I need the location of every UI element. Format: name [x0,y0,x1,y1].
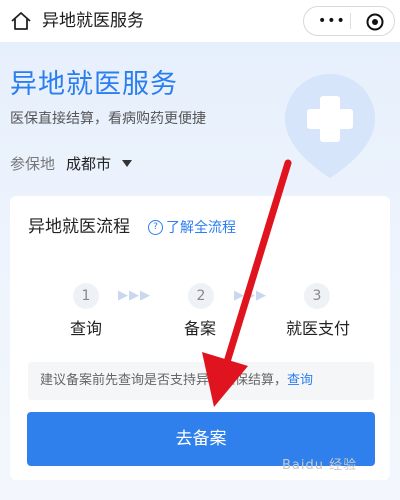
help-circle-icon: ? [148,219,163,235]
process-card-title: 异地就医流程 [28,217,130,237]
learn-link-label: 了解全流程 [166,220,236,236]
notice-text-container: 建议备案前先查询是否支持异地医保结算，查询 [40,372,313,390]
insured-location-selector[interactable]: 成都市 [66,154,111,174]
home-icon[interactable] [10,11,32,31]
filing-notice: 建议备案前先查询是否支持异地医保结算，查询 [28,362,374,400]
step-label-payment: 就医支付 [285,319,350,338]
step-number-1: 1 [73,283,99,309]
close-mini-icon[interactable] [366,13,384,31]
caret-down-icon[interactable] [122,160,132,167]
miniprogram-capsule: ••• [303,6,395,36]
more-icon[interactable]: ••• [318,14,345,28]
process-card: 异地就医流程 ? 了解全流程 1 ▶▶▶ 2 ▶▶▶ 3 查询 备案 就医支付 … [10,196,390,480]
step-number-2: 2 [188,283,214,309]
step-arrows-2-icon: ▶▶▶ [234,288,267,303]
top-navigation-bar: 异地就医服务 ••• [0,0,400,42]
notice-text: 建议备案前先查询是否支持异地医保结算， [40,373,288,388]
hero-subtitle: 医保直接结算，看病购药更便捷 [10,111,206,127]
medical-cross-decor-icon [285,74,375,178]
notice-query-link[interactable]: 查询 [287,373,313,388]
topbar-title: 异地就医服务 [42,11,144,31]
capsule-divider [350,13,351,29]
step-number-3: 3 [304,283,330,309]
step-label-query: 查询 [69,319,102,338]
baidu-watermark: Baidu 经验 [282,458,358,473]
insured-location-label: 参保地 [10,155,56,173]
step-label-filing: 备案 [183,319,216,338]
step-arrows-1-icon: ▶▶▶ [118,288,151,303]
hero-title: 异地就医服务 [10,69,178,100]
learn-full-process-link[interactable]: ? 了解全流程 [148,217,236,237]
